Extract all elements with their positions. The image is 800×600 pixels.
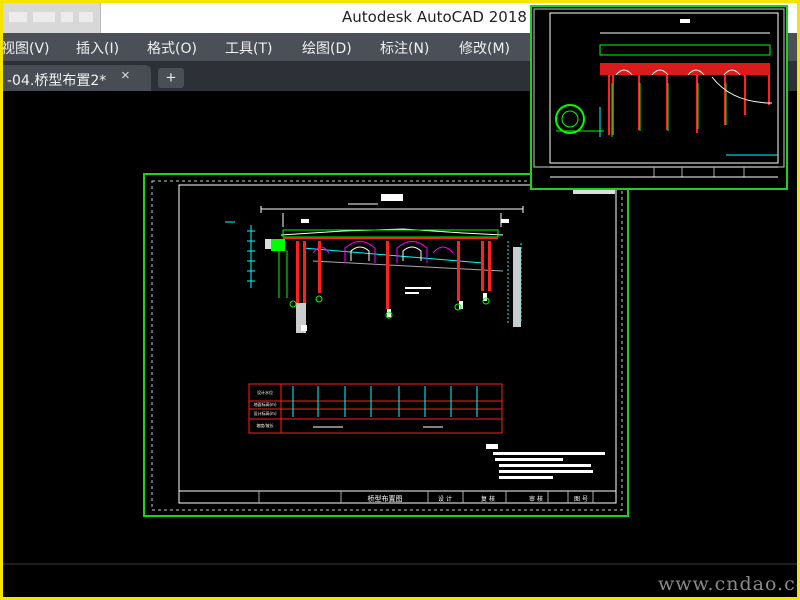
table-row-label: 设计水位 (257, 389, 273, 395)
window-title: Autodesk AutoCAD 2018 (342, 8, 527, 26)
menu-modify[interactable]: 修改(M) (459, 38, 510, 58)
title-cell-review: 审 核 (529, 495, 543, 503)
profile-table: 设计水位 地面标高(m) 设计标高(m) 坡度/坡长 (248, 383, 503, 434)
menu-format[interactable]: 格式(O) (147, 38, 197, 58)
table-row-label: 设计标高(m) (253, 410, 276, 416)
menu-tools[interactable]: 工具(T) (225, 38, 272, 58)
table-row-label: 地面标高(m) (253, 401, 276, 407)
drawing-frame (178, 184, 617, 504)
title-block: 桥型布置图 设 计 复 核 审 核 图 号 (179, 490, 616, 503)
viewport-svg (533, 8, 785, 178)
floating-viewport[interactable] (530, 5, 788, 190)
watermark-text: www.cndao.com (658, 573, 797, 595)
menu-dimension[interactable]: 标注(N) (380, 38, 429, 58)
app-window: Autodesk AutoCAD 2018 视图(V) 插入(I) 格式(O) … (0, 0, 800, 600)
menu-view[interactable]: 视图(V) (3, 38, 50, 58)
menu-insert[interactable]: 插入(I) (76, 38, 119, 58)
tab-label: -04.桥型布置2* (7, 73, 107, 89)
title-block-name: 桥型布置图 (368, 494, 403, 503)
app-logo-icon[interactable] (3, 3, 101, 33)
title-cell-design: 设 计 (438, 495, 452, 503)
notes-block (486, 444, 605, 479)
title-cell-number: 图 号 (574, 496, 588, 503)
section-label-mark (381, 194, 403, 201)
title-cell-check: 复 核 (481, 495, 495, 503)
command-line-divider (3, 563, 797, 565)
new-tab-button[interactable]: + (158, 68, 184, 88)
bridge-elevation (225, 194, 524, 333)
tab-active-document[interactable]: -04.桥型布置2* × (3, 65, 151, 91)
table-row-label: 坡度/坡长 (256, 422, 273, 428)
menu-draw[interactable]: 绘图(D) (302, 38, 352, 58)
close-icon[interactable]: × (121, 67, 130, 84)
